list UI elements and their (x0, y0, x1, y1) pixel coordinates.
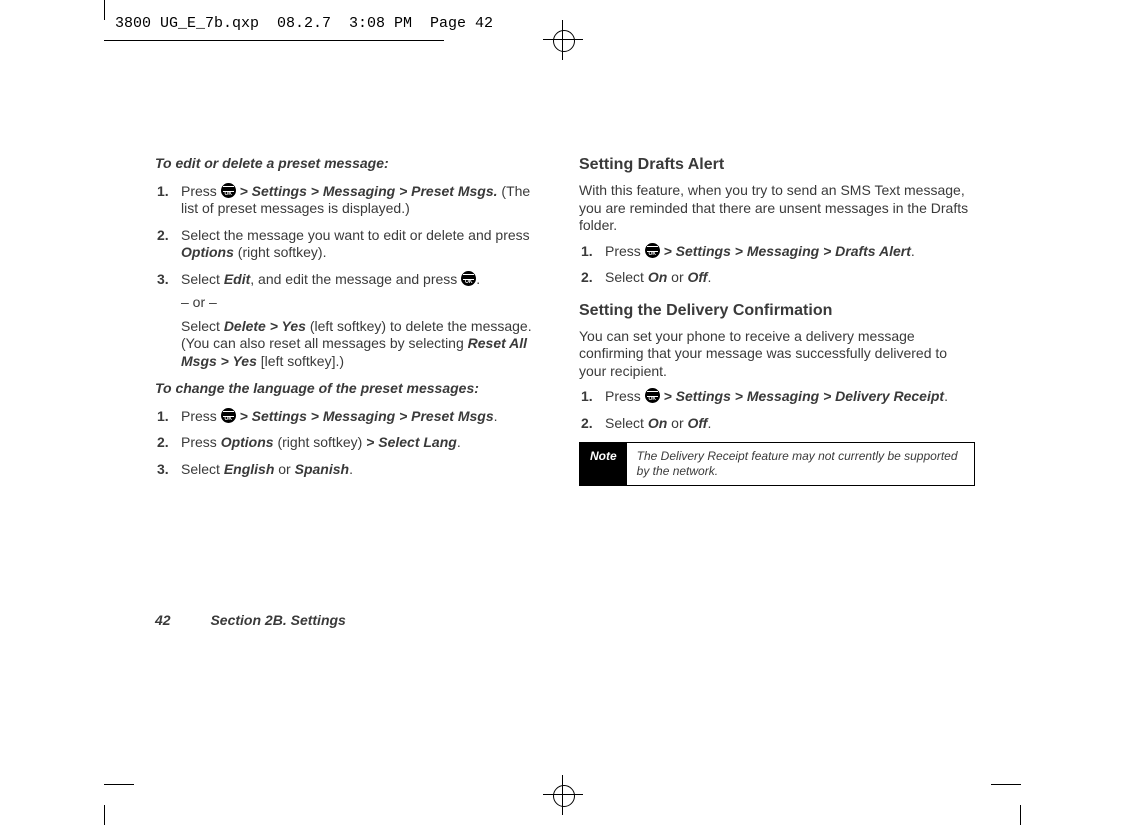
note-label: Note (580, 443, 627, 485)
list-item: Press > Settings > Messaging > Preset Ms… (181, 408, 551, 426)
list-item: Select English or Spanish. (181, 461, 551, 479)
list-item: Select On or Off. (605, 415, 975, 433)
crop-mark-bottom (0, 775, 1125, 815)
menu-ok-icon (221, 408, 236, 423)
intro-edit-delete: To edit or delete a preset message: (155, 155, 551, 173)
list-item: Press > Settings > Messaging > Delivery … (605, 388, 975, 406)
menu-ok-icon (645, 388, 660, 403)
list-item: Press > Settings > Messaging > Preset Ms… (181, 183, 551, 218)
bottom-tick-left (104, 805, 105, 825)
substep: Select Delete > Yes (left softkey) to de… (181, 318, 551, 371)
list-item: Select Edit, and edit the message and pr… (181, 271, 551, 371)
heading-delivery-confirmation: Setting the Delivery Confirmation (579, 301, 975, 321)
section-title: Section 2B. Settings (210, 612, 345, 628)
list-item: Press Options (right softkey) > Select L… (181, 434, 551, 452)
list-item: Press > Settings > Messaging > Drafts Al… (605, 243, 975, 261)
page-footer: 42 Section 2B. Settings (155, 612, 346, 628)
top-rule (104, 40, 444, 41)
bottom-tick-right (1020, 805, 1021, 825)
menu-ok-icon (221, 183, 236, 198)
note-box: Note The Delivery Receipt feature may no… (579, 442, 975, 486)
or-divider: – or – (181, 294, 551, 312)
list-item: Select On or Off. (605, 269, 975, 287)
paragraph: With this feature, when you try to send … (579, 182, 975, 235)
steps-delivery-confirmation: Press > Settings > Messaging > Delivery … (579, 388, 975, 432)
bottom-rule-left (104, 784, 134, 785)
steps-change-language: Press > Settings > Messaging > Preset Ms… (155, 408, 551, 479)
list-item: Select the message you want to edit or d… (181, 227, 551, 262)
steps-edit-delete: Press > Settings > Messaging > Preset Ms… (155, 183, 551, 371)
menu-ok-icon (645, 243, 660, 258)
print-header-slug: 3800 UG_E_7b.qxp 08.2.7 3:08 PM Page 42 (115, 15, 493, 32)
menu-ok-icon (461, 271, 476, 286)
top-tick-left (104, 0, 105, 20)
steps-drafts-alert: Press > Settings > Messaging > Drafts Al… (579, 243, 975, 287)
bottom-rule-right (991, 784, 1021, 785)
right-column: Setting Drafts Alert With this feature, … (579, 155, 975, 488)
page-content: To edit or delete a preset message: Pres… (155, 155, 975, 488)
intro-change-language: To change the language of the preset mes… (155, 380, 551, 398)
paragraph: You can set your phone to receive a deli… (579, 328, 975, 381)
heading-drafts-alert: Setting Drafts Alert (579, 155, 975, 175)
page-number: 42 (155, 612, 171, 628)
note-text: The Delivery Receipt feature may not cur… (627, 443, 974, 485)
left-column: To edit or delete a preset message: Pres… (155, 155, 551, 488)
